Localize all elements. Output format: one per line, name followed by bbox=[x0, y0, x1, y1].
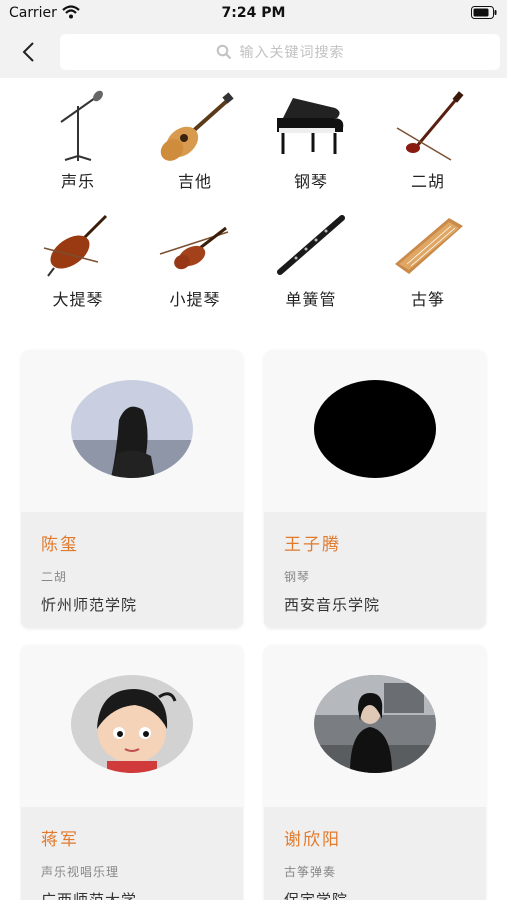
status-bar: Carrier 7:24 PM bbox=[0, 0, 507, 26]
card-info: 陈玺 二胡 忻州师范学院 bbox=[21, 512, 243, 628]
category-label: 吉他 bbox=[177, 172, 212, 191]
category-vocal[interactable]: 声乐 bbox=[20, 88, 136, 192]
grand-piano-icon bbox=[277, 98, 344, 154]
category-label: 钢琴 bbox=[293, 172, 328, 191]
clarinet-icon bbox=[277, 215, 345, 275]
teacher-subject: 二胡 bbox=[41, 570, 68, 584]
category-label: 古筝 bbox=[410, 290, 445, 309]
category-label: 二胡 bbox=[410, 172, 445, 191]
guzheng-icon bbox=[395, 218, 463, 274]
card-avatar-area bbox=[264, 645, 486, 807]
category-cello[interactable]: 大提琴 bbox=[20, 206, 136, 310]
search-input[interactable]: 输入关键词搜索 bbox=[60, 34, 500, 70]
category-piano[interactable]: 钢琴 bbox=[253, 88, 369, 192]
card-info: 王子腾 钢琴 西安音乐学院 bbox=[264, 512, 486, 628]
microphone-stand-icon bbox=[60, 90, 103, 161]
category-guitar[interactable]: 吉他 bbox=[137, 88, 253, 192]
teacher-avatar bbox=[71, 380, 193, 478]
back-arrow-icon[interactable] bbox=[18, 40, 42, 64]
teacher-card[interactable]: 陈玺 二胡 忻州师范学院 bbox=[21, 350, 243, 628]
erhu-icon bbox=[396, 91, 464, 161]
teacher-avatar bbox=[314, 380, 436, 478]
teacher-avatar bbox=[71, 675, 193, 773]
category-label: 小提琴 bbox=[169, 290, 221, 309]
teacher-school: 广西师范大学 bbox=[41, 891, 138, 900]
card-avatar-area bbox=[21, 350, 243, 512]
category-label: 声乐 bbox=[60, 172, 95, 191]
teacher-school: 忻州师范学院 bbox=[41, 596, 138, 614]
teacher-school: 保定学院 bbox=[284, 891, 349, 900]
teacher-name: 谢欣阳 bbox=[284, 830, 341, 850]
category-erhu[interactable]: 二胡 bbox=[370, 88, 486, 192]
teacher-school: 西安音乐学院 bbox=[284, 596, 381, 614]
cello-icon bbox=[43, 214, 108, 277]
battery-icon bbox=[471, 6, 497, 19]
card-avatar-area bbox=[21, 645, 243, 807]
teacher-subject: 钢琴 bbox=[284, 570, 311, 584]
card-info: 谢欣阳 古筝弹奏 保定学院 bbox=[264, 807, 486, 900]
category-guzheng[interactable]: 古筝 bbox=[370, 206, 486, 310]
category-label: 单簧管 bbox=[285, 290, 337, 309]
status-time: 7:24 PM bbox=[221, 5, 286, 21]
teacher-card[interactable]: 谢欣阳 古筝弹奏 保定学院 bbox=[264, 645, 486, 900]
guitar-icon bbox=[160, 92, 234, 161]
teacher-name: 王子腾 bbox=[284, 535, 341, 555]
teacher-name: 陈玺 bbox=[41, 535, 79, 555]
teacher-subject: 声乐视唱乐理 bbox=[41, 865, 120, 879]
search-icon bbox=[216, 44, 231, 60]
category-clarinet[interactable]: 单簧管 bbox=[253, 206, 369, 310]
card-avatar-area bbox=[264, 350, 486, 512]
category-label: 大提琴 bbox=[52, 290, 104, 309]
teacher-subject: 古筝弹奏 bbox=[284, 865, 337, 879]
teacher-card[interactable]: 王子腾 钢琴 西安音乐学院 bbox=[264, 350, 486, 628]
teacher-card[interactable]: 蒋军 声乐视唱乐理 广西师范大学 bbox=[21, 645, 243, 900]
teacher-name: 蒋军 bbox=[41, 830, 79, 850]
category-violin[interactable]: 小提琴 bbox=[137, 206, 253, 310]
violin-icon bbox=[159, 226, 229, 270]
search-placeholder: 输入关键词搜索 bbox=[239, 45, 345, 61]
teacher-avatar bbox=[314, 675, 436, 773]
card-info: 蒋军 声乐视唱乐理 广西师范大学 bbox=[21, 807, 243, 900]
top-navigation-bar: 输入关键词搜索 bbox=[0, 26, 507, 78]
